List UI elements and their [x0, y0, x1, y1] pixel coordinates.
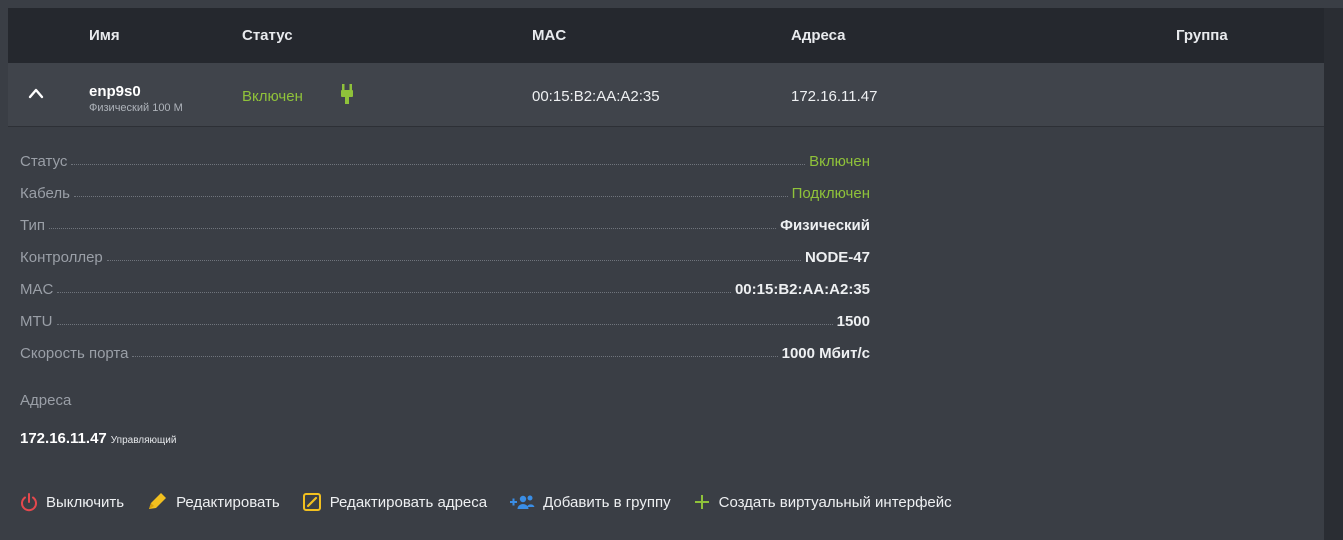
- column-header-addresses[interactable]: Адреса: [791, 27, 846, 44]
- plus-icon: [694, 495, 709, 509]
- interface-name: enp9s0: [89, 83, 141, 100]
- dotted-leader: [71, 164, 806, 165]
- table-header: Имя Статус MAC Адреса Группа: [8, 8, 1324, 63]
- dotted-leader: [132, 356, 778, 357]
- add-group-icon: [510, 495, 535, 509]
- interface-row[interactable]: enp9s0 Физический 100 М Включен 00:15:B2…: [8, 63, 1324, 127]
- detail-value: 1500: [836, 313, 870, 330]
- interface-mac: 00:15:B2:AA:A2:35: [532, 88, 660, 105]
- detail-value: 00:15:B2:AA:A2:35: [734, 281, 870, 298]
- edit-square-icon: [302, 493, 321, 511]
- column-header-status[interactable]: Статус: [242, 27, 293, 44]
- detail-row: Тип Физический: [20, 202, 870, 234]
- column-header-group[interactable]: Группа: [1176, 27, 1228, 44]
- detail-label: Контроллер: [20, 249, 103, 266]
- address-role: Управляющий: [110, 435, 177, 446]
- dotted-leader: [49, 228, 777, 229]
- dotted-leader: [56, 324, 833, 325]
- detail-label: Тип: [20, 217, 46, 234]
- detail-label: MTU: [20, 313, 53, 330]
- dotted-leader: [57, 292, 731, 293]
- column-header-mac[interactable]: MAC: [532, 27, 566, 44]
- detail-row: MAC 00:15:B2:AA:A2:35: [20, 266, 870, 298]
- detail-label: MAC: [20, 281, 54, 298]
- power-off-button[interactable]: Выключить: [20, 492, 124, 512]
- detail-row: MTU 1500: [20, 298, 870, 330]
- detail-label: Статус: [20, 153, 68, 170]
- create-virtual-interface-button[interactable]: Создать виртуальный интерфейс: [693, 493, 952, 511]
- detail-value: Физический: [780, 217, 870, 234]
- detail-value: Подключен: [791, 185, 870, 202]
- interface-subtitle: Физический 100 М: [89, 102, 183, 114]
- address-ip: 172.16.11.47: [20, 430, 107, 447]
- detail-row: Скорость порта 1000 Мбит/с: [20, 330, 870, 362]
- detail-value: 1000 Мбит/с: [781, 345, 870, 362]
- addresses-title: Адреса: [20, 392, 72, 409]
- plug-icon: [341, 84, 353, 104]
- edit-button[interactable]: Редактировать: [146, 492, 280, 512]
- dotted-leader: [73, 196, 788, 197]
- address-item: 172.16.11.47 Управляющий: [20, 430, 176, 448]
- detail-row: Статус Включен: [20, 138, 870, 170]
- chevron-up-icon[interactable]: [28, 87, 44, 99]
- detail-label: Скорость порта: [20, 345, 129, 362]
- edit-addresses-label: Редактировать адреса: [329, 493, 488, 511]
- interface-address: 172.16.11.47: [791, 88, 878, 105]
- detail-label: Кабель: [20, 185, 70, 202]
- interfaces-panel: Имя Статус MAC Адреса Группа enp9s0 Физи…: [8, 8, 1324, 540]
- edit-label: Редактировать: [176, 493, 280, 511]
- detail-row: Кабель Подключен: [20, 170, 870, 202]
- power-off-label: Выключить: [46, 493, 125, 511]
- detail-value: Включен: [809, 153, 870, 170]
- dotted-leader: [106, 260, 801, 261]
- detail-row: Контроллер NODE-47: [20, 234, 870, 266]
- add-to-group-label: Добавить в группу: [543, 493, 671, 511]
- pencil-icon: [149, 493, 167, 509]
- detail-value: NODE-47: [804, 249, 870, 266]
- details-list: Статус Включен Кабель Подключен Тип Физически…: [20, 138, 870, 362]
- power-icon: [21, 493, 37, 512]
- create-virtual-label: Создать виртуальный интерфейс: [718, 493, 952, 511]
- column-header-name[interactable]: Имя: [89, 27, 120, 44]
- add-to-group-button[interactable]: Добавить в группу: [509, 493, 671, 511]
- interface-status: Включен: [242, 88, 303, 105]
- scrollbar[interactable]: [1324, 8, 1343, 540]
- edit-addresses-button[interactable]: Редактировать адреса: [302, 492, 487, 512]
- action-bar: Выключить Редактировать Редактировать ад…: [20, 490, 974, 514]
